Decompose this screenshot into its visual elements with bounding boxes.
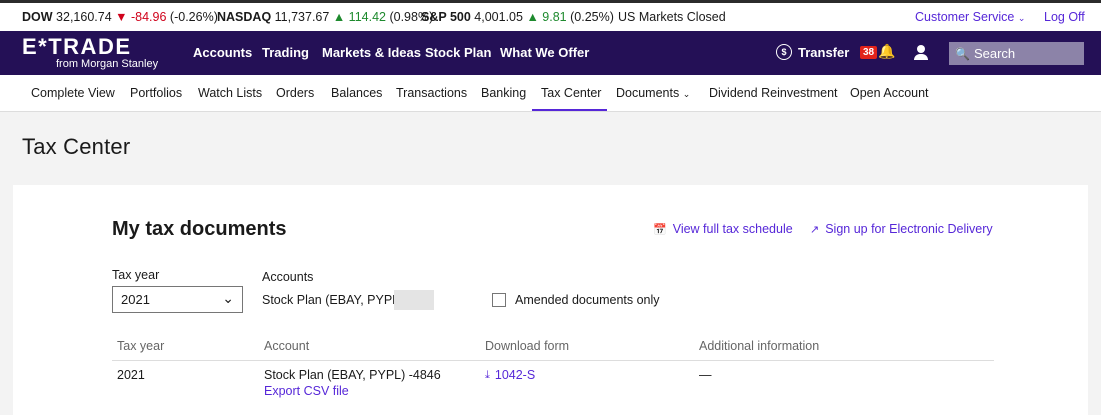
tax-year-label: Tax year (112, 268, 160, 282)
nasdaq-value: 11,737.67 (274, 10, 330, 24)
row-additional-info: — (699, 368, 712, 382)
subnav-documents-label: Documents (616, 86, 680, 100)
nav-stock-plan[interactable]: Stock Plan (425, 45, 491, 60)
subnav-balances[interactable]: Balances (331, 86, 382, 100)
amended-only-label[interactable]: Amended documents only (515, 293, 660, 307)
view-tax-schedule-link[interactable]: 📅 View full tax schedule (653, 222, 793, 236)
table-divider (112, 360, 994, 361)
column-header-tax-year: Tax year (117, 339, 165, 353)
subnav-transactions[interactable]: Transactions (396, 86, 467, 100)
section-heading: My tax documents (112, 218, 287, 240)
sp500-change: ▲ 9.81 (526, 10, 567, 24)
active-tab-indicator (532, 109, 607, 111)
electronic-delivery-label: Sign up for Electronic Delivery (825, 222, 993, 236)
sub-navigation: Complete View Portfolios Watch Lists Ord… (0, 75, 1101, 112)
nasdaq-label: NASDAQ (217, 10, 272, 24)
search-input[interactable]: 🔍 Search (949, 42, 1084, 65)
dow-label: DOW (22, 10, 53, 24)
subnav-dividend-reinvestment[interactable]: Dividend Reinvestment (709, 86, 838, 100)
subnav-portfolios[interactable]: Portfolios (130, 86, 182, 100)
column-header-account: Account (264, 339, 310, 353)
user-icon[interactable] (914, 45, 928, 60)
notification-count-badge[interactable]: 38 (860, 46, 878, 59)
sp500-label: S&P 500 (421, 10, 471, 24)
accounts-label: Accounts (262, 270, 314, 284)
redacted-account-number (394, 290, 434, 310)
download-form-label: 1042-S (494, 368, 536, 382)
page-title: Tax Center (22, 134, 131, 159)
amended-only-checkbox[interactable] (492, 293, 506, 307)
export-csv-link[interactable]: Export CSV file (264, 384, 349, 398)
search-placeholder: Search (973, 46, 1016, 61)
column-header-additional-info: Additional information (699, 339, 820, 353)
dow-value: 32,160.74 (56, 10, 112, 24)
customer-service-label: Customer Service (915, 10, 1015, 24)
search-icon: 🔍 (955, 46, 970, 61)
subnav-open-account[interactable]: Open Account (850, 86, 929, 100)
transfer-icon: $ (776, 44, 792, 60)
subnav-tax-center[interactable]: Tax Center (541, 86, 601, 100)
tax-year-value: 2021 (121, 292, 150, 307)
nasdaq-change: ▲ 114.42 (332, 10, 386, 24)
subnav-documents[interactable]: Documents ⌄ (616, 86, 690, 100)
row-tax-year: 2021 (117, 368, 145, 382)
subnav-complete-view[interactable]: Complete View (31, 86, 115, 100)
chevron-down-icon: ⌄ (1017, 13, 1026, 23)
market-status: US Markets Closed (618, 10, 726, 24)
nav-markets-ideas[interactable]: Markets & Ideas (322, 45, 421, 60)
subnav-watch-lists[interactable]: Watch Lists (198, 86, 262, 100)
column-header-download-form: Download form (485, 339, 570, 353)
download-icon: ⤓ (485, 368, 490, 381)
subnav-banking[interactable]: Banking (481, 86, 526, 100)
nav-trading[interactable]: Trading (262, 45, 309, 60)
accounts-value[interactable]: Stock Plan (EBAY, PYPL) - (262, 293, 411, 307)
sp500-quote[interactable]: S&P 500 4,001.05 ▲ 9.81 (0.25%) (421, 10, 614, 24)
etrade-logo[interactable]: E*TRADE from Morgan Stanley (22, 34, 159, 71)
transfer-label: Transfer (798, 44, 850, 60)
dow-pct: (-0.26%) (169, 10, 218, 24)
view-tax-schedule-label: View full tax schedule (672, 222, 793, 236)
brand-name: E*TRADE (22, 34, 132, 59)
tax-year-select[interactable]: 2021 ⌄ (112, 286, 243, 313)
sp500-value: 4,001.05 (474, 10, 523, 24)
dow-change: ▼ -84.96 (115, 10, 167, 24)
logoff-link[interactable]: Log Off (1044, 10, 1085, 24)
download-form-link[interactable]: ⤓ 1042-S (485, 368, 535, 382)
bell-icon[interactable]: 🔔 (878, 43, 895, 60)
subnav-orders[interactable]: Orders (276, 86, 314, 100)
row-account: Stock Plan (EBAY, PYPL) -4846 (264, 368, 441, 382)
dow-quote[interactable]: DOW 32,160.74 ▼ -84.96 (-0.26%) (22, 10, 218, 24)
market-ticker-bar: DOW 32,160.74 ▼ -84.96 (-0.26%) NASDAQ 1… (0, 3, 1101, 31)
calendar-icon: 📅 (653, 223, 667, 236)
transfer-button[interactable]: $ Transfer (776, 44, 849, 60)
external-link-icon: ↗ (810, 223, 820, 236)
nav-what-we-offer[interactable]: What We Offer (500, 45, 589, 60)
main-navigation: E*TRADE from Morgan Stanley Accounts Tra… (0, 31, 1101, 75)
chevron-down-icon: ⌄ (682, 89, 691, 99)
brand-sub: from Morgan Stanley (56, 58, 159, 70)
electronic-delivery-link[interactable]: ↗ Sign up for Electronic Delivery (810, 222, 993, 236)
sp500-pct: (0.25%) (570, 10, 614, 24)
nav-accounts[interactable]: Accounts (193, 45, 252, 60)
customer-service-menu[interactable]: Customer Service ⌄ (915, 10, 1025, 24)
nasdaq-quote[interactable]: NASDAQ 11,737.67 ▲ 114.42 (0.98%) (217, 10, 433, 24)
chevron-down-icon: ⌄ (222, 290, 234, 306)
